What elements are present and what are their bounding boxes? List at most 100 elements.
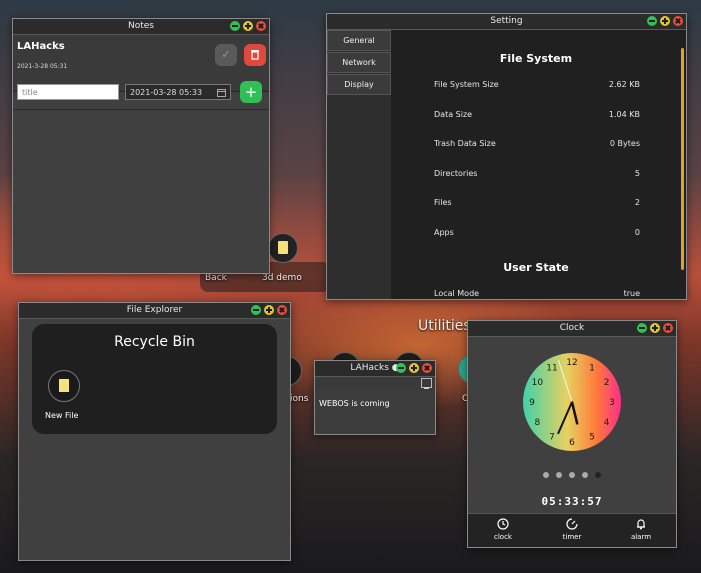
maximize-button[interactable] [264, 305, 274, 315]
minimize-button[interactable] [637, 323, 647, 333]
dial-number: 10 [532, 378, 544, 388]
add-note-button[interactable]: + [240, 81, 262, 103]
setting-row: File System Size 2.62 KB [434, 80, 640, 89]
close-button[interactable] [422, 363, 432, 373]
delete-note-button[interactable] [244, 44, 266, 66]
settings-scrollbar[interactable] [681, 48, 684, 270]
save-button[interactable] [421, 378, 432, 393]
minimize-button[interactable] [230, 21, 240, 31]
close-button[interactable] [256, 21, 266, 31]
window-controls [227, 21, 266, 32]
page-dot[interactable] [582, 472, 588, 478]
nav-label: clock [494, 533, 512, 541]
notes-titlebar[interactable]: Notes [13, 19, 269, 35]
window-title: Clock [559, 323, 585, 333]
note-date: 2021-3-28 05:31 [17, 63, 68, 70]
window-controls [393, 363, 432, 374]
setting-value: 2 [634, 198, 640, 207]
recycle-bin-panel: Recycle Bin New File [32, 324, 277, 434]
setting-row: Trash Data Size 0 Bytes [434, 139, 640, 148]
window-title: File Explorer [126, 305, 183, 315]
note-date-input[interactable]: 2021-03-28 05:33 [125, 84, 231, 100]
tab-network[interactable]: Network [327, 52, 391, 73]
note-title-input[interactable]: title [17, 84, 119, 100]
settings-content: File System File System Size 2.62 KB Data… [391, 30, 686, 299]
dial-number: 5 [589, 433, 595, 443]
clock-window: Clock 12 1 2 3 4 5 6 7 8 9 10 11 05:33:57 [467, 320, 677, 548]
minimize-button[interactable] [647, 16, 657, 26]
setting-label: Files [434, 198, 452, 207]
nav-alarm[interactable]: alarm [621, 518, 661, 541]
setting-window: Setting General Network Display File Sys… [326, 13, 687, 300]
3d-demo-app-icon[interactable] [268, 233, 298, 263]
notes-window: Notes LAHacks 2021-3-28 05:31 ✓ title 20… [12, 18, 270, 274]
timer-icon [566, 518, 578, 530]
nav-timer[interactable]: timer [552, 518, 592, 541]
tab-general[interactable]: General [327, 30, 391, 51]
dial-number: 4 [604, 418, 610, 428]
digital-time: 05:33:57 [541, 495, 603, 508]
nav-clock[interactable]: clock [483, 518, 523, 541]
nav-label: alarm [630, 533, 652, 541]
page-dot[interactable] [569, 472, 575, 478]
file-explorer-titlebar[interactable]: File Explorer [19, 303, 290, 319]
maximize-button[interactable] [409, 363, 419, 373]
page-dot[interactable] [543, 472, 549, 478]
window-controls [248, 305, 287, 316]
plus-icon: + [244, 83, 258, 101]
setting-label: Data Size [434, 110, 473, 119]
setting-value: 1.04 KB [608, 110, 640, 119]
note-title: LAHacks [17, 41, 65, 52]
file-explorer-window: File Explorer Recycle Bin New File [18, 302, 291, 561]
note-content: WEBOS is coming [319, 399, 390, 408]
bell-icon [637, 519, 645, 530]
maximize-button[interactable] [243, 21, 253, 31]
dial-number: 12 [566, 358, 577, 368]
close-button[interactable] [663, 323, 673, 333]
close-button[interactable] [277, 305, 287, 315]
divider [13, 109, 269, 110]
setting-row: Apps 0 [434, 228, 640, 237]
minimize-button[interactable] [251, 305, 261, 315]
file-icon [59, 379, 69, 392]
setting-row: Data Size 1.04 KB [434, 110, 640, 119]
dial-number: 1 [589, 363, 595, 373]
minimize-button[interactable] [396, 363, 406, 373]
note-viewer-titlebar[interactable]: LAHacks ● [315, 361, 435, 377]
trash-icon [251, 50, 259, 60]
setting-label: Apps [434, 228, 454, 237]
analog-clock: 12 12 3 45 6 78 9 1011 [523, 353, 621, 451]
window-controls [634, 323, 673, 334]
note-body[interactable]: WEBOS is coming [315, 390, 435, 434]
close-button[interactable] [673, 16, 683, 26]
new-file-item[interactable] [48, 370, 80, 402]
file-icon [278, 241, 288, 254]
clock-icon [497, 518, 509, 530]
page-dot[interactable] [595, 472, 601, 478]
page-dot[interactable] [556, 472, 562, 478]
setting-label: Trash Data Size [434, 139, 496, 148]
maximize-button[interactable] [660, 16, 670, 26]
check-icon: ✓ [221, 48, 231, 61]
clock-titlebar[interactable]: Clock [468, 321, 676, 337]
dial-number: 7 [549, 433, 555, 443]
setting-label: File System Size [434, 80, 499, 89]
dial-number: 2 [604, 378, 610, 388]
desktop-icon-label-partial: ions [290, 394, 309, 404]
setting-value: 5 [634, 169, 640, 178]
file-label: New File [45, 411, 79, 420]
file-system-heading: File System [499, 52, 573, 65]
setting-value: 0 [634, 228, 640, 237]
maximize-button[interactable] [650, 323, 660, 333]
window-controls [644, 16, 683, 27]
edit-note-button[interactable]: ✓ [215, 44, 237, 66]
desktop-icon-label-back: Back [205, 273, 227, 283]
tab-display[interactable]: Display [327, 74, 391, 95]
calendar-icon [217, 89, 226, 97]
setting-value: 2.62 KB [608, 80, 640, 89]
nav-label: timer [562, 533, 582, 541]
window-title: Setting [490, 16, 523, 26]
setting-titlebar[interactable]: Setting [327, 14, 686, 30]
clock-nav: clock timer alarm [468, 513, 676, 547]
date-value: 2021-03-28 05:33 [130, 88, 203, 97]
